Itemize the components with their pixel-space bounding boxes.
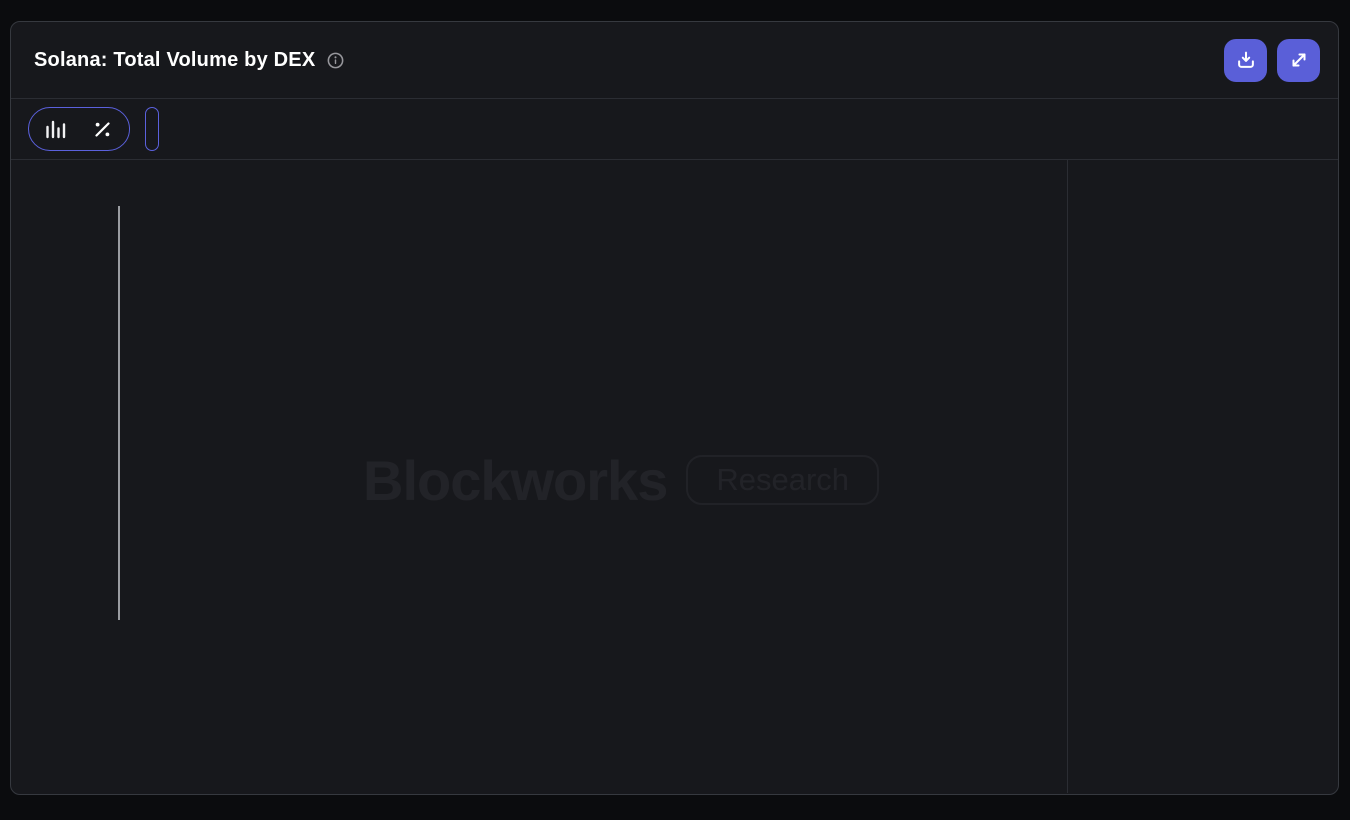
expand-button[interactable] xyxy=(1277,39,1320,82)
plot-region: Blockworks Research xyxy=(11,160,1068,793)
page-title: Solana: Total Volume by DEX xyxy=(34,49,315,72)
chart-type-toggle xyxy=(28,107,130,151)
bar-chart-icon xyxy=(44,119,67,140)
expand-arrows-icon xyxy=(1288,49,1310,71)
info-icon[interactable] xyxy=(326,51,345,70)
granularity-toggle xyxy=(145,107,159,151)
watermark: Blockworks Research xyxy=(363,448,879,512)
y-axis-line xyxy=(118,206,120,620)
chart-main: Blockworks Research xyxy=(11,160,1338,793)
chart-panel: Solana: Total Volume by DEX xyxy=(10,21,1339,795)
panel-header: Solana: Total Volume by DEX xyxy=(11,22,1338,99)
watermark-badge: Research xyxy=(686,455,879,505)
download-tray-icon xyxy=(1235,49,1257,71)
chart-type-percent[interactable] xyxy=(79,111,126,147)
chart-type-bars[interactable] xyxy=(32,111,79,147)
export-button[interactable] xyxy=(1224,39,1267,82)
watermark-brand: Blockworks xyxy=(363,448,667,513)
percent-icon xyxy=(92,119,113,140)
chart-legend xyxy=(1068,160,1338,793)
chart-toolbar xyxy=(11,99,1338,160)
